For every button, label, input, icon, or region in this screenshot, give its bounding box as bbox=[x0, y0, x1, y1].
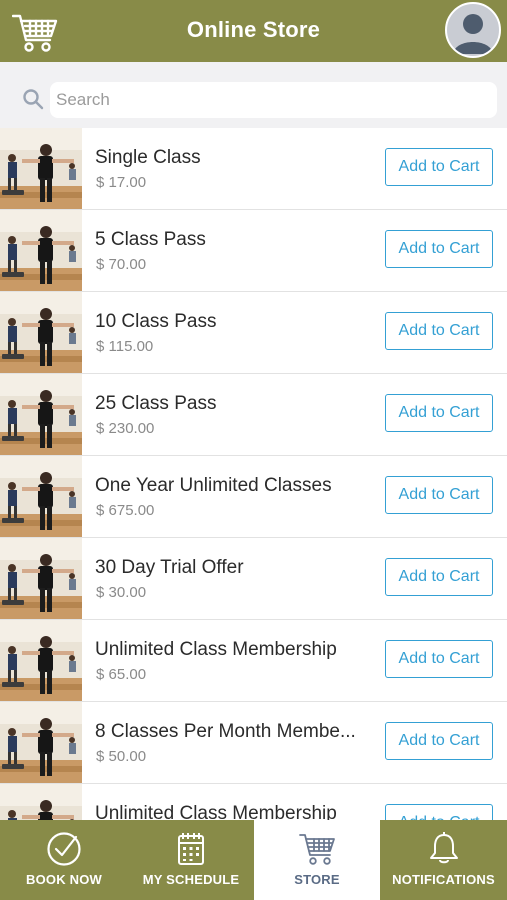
list-item[interactable]: 10 Class Pass $ 115.00 Add to Cart bbox=[0, 292, 507, 374]
product-name: 10 Class Pass bbox=[95, 311, 217, 332]
list-item[interactable]: 25 Class Pass $ 230.00 Add to Cart bbox=[0, 374, 507, 456]
nav-my-schedule[interactable]: MY SCHEDULE bbox=[128, 820, 254, 900]
nav-book-now[interactable]: BOOK NOW bbox=[0, 820, 128, 900]
list-item[interactable]: Unlimited Class Membership $ 65.00 Add to … bbox=[0, 620, 507, 702]
calendar-icon bbox=[178, 833, 204, 865]
product-thumbnail bbox=[0, 784, 82, 820]
product-thumbnail bbox=[0, 128, 82, 209]
product-price: $ 65.00 bbox=[96, 666, 147, 683]
nav-store[interactable]: STORE bbox=[254, 820, 380, 900]
product-list: Single Class $ 17.00 Add to Cart 5 Class Pa… bbox=[0, 128, 507, 820]
product-thumbnail bbox=[0, 292, 82, 373]
add-to-cart-button[interactable]: Add to Cart bbox=[385, 230, 493, 268]
add-to-cart-button[interactable]: Add to Cart bbox=[385, 312, 493, 350]
nav-notifications[interactable]: NOTIFICATIONS bbox=[380, 820, 507, 900]
search-icon bbox=[23, 89, 44, 110]
nav-label: NOTIFICATIONS bbox=[392, 872, 495, 887]
product-price: $ 70.00 bbox=[96, 256, 147, 273]
cart-icon bbox=[299, 834, 335, 865]
add-to-cart-button[interactable]: Add to Cart bbox=[385, 148, 493, 186]
product-name: Single Class bbox=[95, 147, 201, 168]
page-title: Online Store bbox=[186, 17, 321, 42]
app-header: Online Store bbox=[0, 0, 507, 62]
product-price: $ 230.00 bbox=[96, 420, 155, 437]
list-item[interactable]: 30 Day Trial Offer $ 30.00 Add to Cart bbox=[0, 538, 507, 620]
product-name: One Year Unlimited Classes bbox=[95, 475, 332, 496]
list-item[interactable]: 5 Class Pass $ 70.00 Add to Cart bbox=[0, 210, 507, 292]
check-circle-icon bbox=[47, 832, 81, 866]
add-to-cart-button[interactable]: Add to Cart bbox=[385, 722, 493, 760]
bell-icon bbox=[429, 832, 458, 864]
product-thumbnail bbox=[0, 456, 82, 537]
add-to-cart-button[interactable]: Add to Cart bbox=[385, 394, 493, 432]
product-name: Unlimited Class Membership bbox=[95, 803, 337, 820]
bottom-nav: BOOK NOW MY SCHEDULE STORE NOTIFICATIONS bbox=[0, 820, 507, 900]
product-name: 30 Day Trial Offer bbox=[95, 557, 244, 578]
product-thumbnail bbox=[0, 702, 82, 783]
product-price: $ 17.00 bbox=[96, 174, 147, 191]
nav-label: BOOK NOW bbox=[26, 872, 102, 887]
product-price: $ 30.00 bbox=[96, 584, 147, 601]
list-item[interactable]: Unlimited Class Membership Add to Cart bbox=[0, 784, 507, 820]
list-item[interactable]: 8 Classes Per Month Membe... $ 50.00 Add t… bbox=[0, 702, 507, 784]
product-price: $ 50.00 bbox=[96, 748, 147, 765]
product-name: 25 Class Pass bbox=[95, 393, 217, 414]
product-name: 8 Classes Per Month Membe... bbox=[95, 721, 356, 742]
product-name: Unlimited Class Membership bbox=[95, 639, 337, 660]
add-to-cart-button[interactable]: Add to Cart bbox=[385, 558, 493, 596]
product-price: $ 115.00 bbox=[96, 338, 154, 355]
search-input[interactable] bbox=[50, 82, 497, 118]
product-thumbnail bbox=[0, 210, 82, 291]
list-item[interactable]: Single Class $ 17.00 Add to Cart bbox=[0, 128, 507, 210]
add-to-cart-button[interactable]: Add to Cart bbox=[385, 476, 493, 514]
add-to-cart-button[interactable]: Add to Cart bbox=[385, 804, 493, 820]
product-thumbnail bbox=[0, 374, 82, 455]
product-price: $ 675.00 bbox=[96, 502, 155, 519]
add-to-cart-button[interactable]: Add to Cart bbox=[385, 640, 493, 678]
nav-label: MY SCHEDULE bbox=[142, 872, 240, 887]
list-item[interactable]: One Year Unlimited Classes $ 675.00 Add to… bbox=[0, 456, 507, 538]
product-thumbnail bbox=[0, 620, 82, 701]
avatar[interactable] bbox=[445, 2, 501, 58]
product-name: 5 Class Pass bbox=[95, 229, 206, 250]
product-thumbnail bbox=[0, 538, 82, 619]
nav-label: STORE bbox=[294, 872, 340, 887]
